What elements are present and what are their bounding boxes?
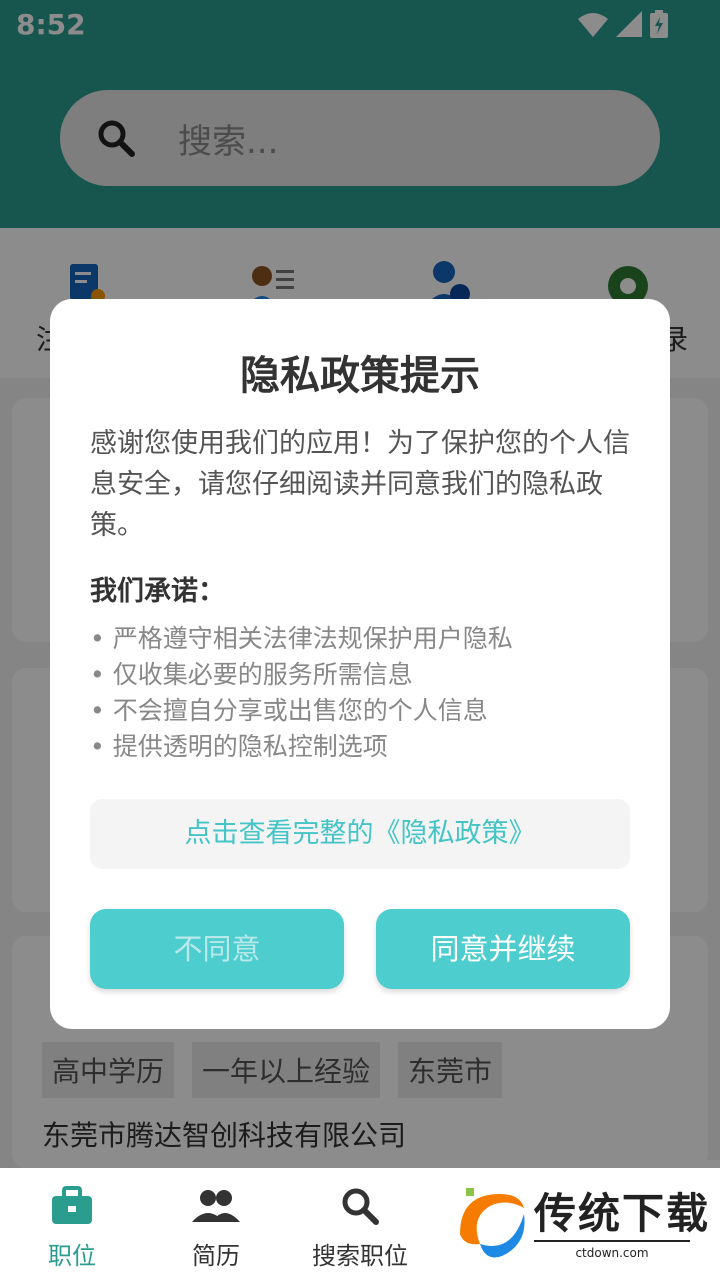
watermark-url: ctdown.com [534, 1240, 690, 1260]
briefcase-icon [52, 1186, 92, 1224]
promise-item: • 提供透明的隐私控制选项 [90, 732, 388, 761]
watermark-text: 传统下载 [534, 1189, 711, 1238]
nav-jobs[interactable]: 职位 [12, 1186, 132, 1271]
nav-resume[interactable]: 简历 [156, 1186, 276, 1271]
privacy-dialog: 隐私政策提示 感谢您使用我们的应用！为了保护您的个人信息安全，请您仔细阅读并同意… [50, 299, 670, 1029]
nav-jobs-label: 职位 [48, 1242, 96, 1270]
watermark-logo [460, 1188, 525, 1258]
nav-search-jobs[interactable]: 搜索职位 [300, 1186, 420, 1271]
dialog-description: 感谢您使用我们的应用！为了保护您的个人信息安全，请您仔细阅读并同意我们的隐私政策… [90, 428, 630, 541]
promise-item: • 不会擅自分享或出售您的个人信息 [90, 696, 488, 725]
nav-search-jobs-label: 搜索职位 [312, 1242, 408, 1270]
promise-item: • 仅收集必要的服务所需信息 [90, 660, 413, 689]
promise-list: • 严格遵守相关法律法规保护用户隐私 • 仅收集必要的服务所需信息 • 不会擅自… [90, 621, 513, 765]
promise-item: • 严格遵守相关法律法规保护用户隐私 [90, 624, 513, 653]
nav-resume-label: 简历 [192, 1242, 240, 1270]
privacy-policy-link[interactable]: 点击查看完整的《隐私政策》 [90, 799, 630, 869]
agree-button[interactable]: 同意并继续 [376, 909, 630, 989]
dialog-title: 隐私政策提示 [240, 353, 480, 399]
search-icon [342, 1188, 379, 1225]
disagree-button[interactable]: 不同意 [90, 909, 344, 989]
people-icon [192, 1190, 240, 1222]
promise-title: 我们承诺： [90, 576, 225, 607]
watermark: 传统下载 ctdown.com [440, 1160, 720, 1280]
